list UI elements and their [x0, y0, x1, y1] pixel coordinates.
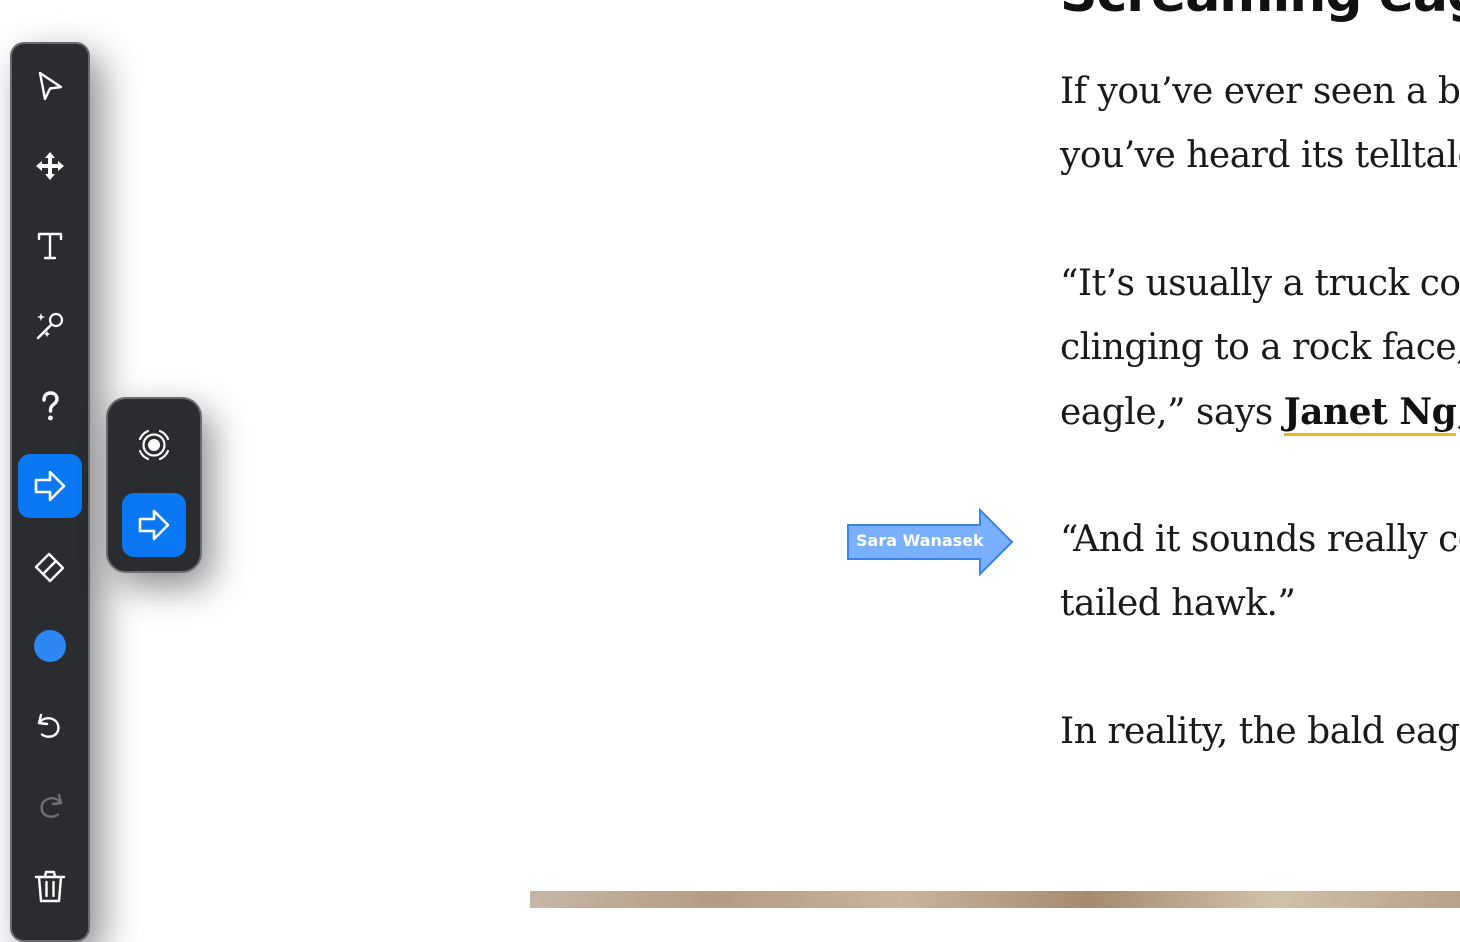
- paragraph-line: “And it sounds really co: [1060, 519, 1460, 560]
- color-picker-button[interactable]: [18, 614, 82, 678]
- paragraph-text: , a: [1456, 392, 1460, 433]
- spotlight-tool-button[interactable]: [122, 413, 186, 477]
- eraser-tool-button[interactable]: [18, 534, 82, 598]
- magic-wand-icon: [36, 312, 64, 340]
- article-paragraph: “And it sounds really co tailed hawk.”: [1060, 508, 1460, 636]
- annotation-arrow[interactable]: Sara Wanasek: [846, 508, 1016, 576]
- paragraph-text: eagle,” says: [1060, 392, 1284, 433]
- text-tool-button[interactable]: [18, 214, 82, 278]
- arrow-icon: [34, 470, 66, 502]
- paragraph-line: clinging to a rock face, a: [1060, 327, 1460, 368]
- arrow-tool-button[interactable]: [18, 454, 82, 518]
- paragraph-line: “It’s usually a truck com: [1060, 263, 1460, 304]
- undo-icon: [37, 713, 60, 738]
- move-tool-button[interactable]: [18, 134, 82, 198]
- color-dot-icon: [34, 630, 66, 662]
- undo-button[interactable]: [18, 694, 82, 758]
- paragraph-line: In reality, the bald eagle: [1060, 711, 1460, 752]
- trash-icon: [34, 870, 66, 903]
- redo-icon: [40, 793, 63, 818]
- text-icon: [37, 232, 63, 260]
- arrow-style-subpanel: [106, 397, 202, 573]
- eraser-icon: [34, 552, 65, 583]
- paragraph-line: tailed hawk.”: [1060, 583, 1296, 624]
- janet-ng-link[interactable]: Janet Ng: [1283, 391, 1457, 436]
- paragraph-line: eagle,” says Janet Ng, a: [1060, 380, 1460, 444]
- spotlight-icon: [138, 429, 170, 461]
- move-icon: [36, 152, 64, 180]
- delete-button[interactable]: [18, 854, 82, 918]
- arrow-icon: [138, 509, 170, 541]
- paragraph-line: you’ve heard its telltale: [1060, 135, 1460, 176]
- select-tool-button[interactable]: [18, 54, 82, 118]
- annotation-author-label: Sara Wanasek: [856, 531, 984, 550]
- magic-tool-button[interactable]: [18, 294, 82, 358]
- article-heading: Screaming eagl: [1060, 0, 1460, 24]
- annotation-toolbar: [10, 42, 90, 942]
- help-button[interactable]: [18, 374, 82, 438]
- cursor-icon: [38, 71, 63, 101]
- article-paragraph: In reality, the bald eagle: [1060, 700, 1460, 764]
- arrow-style-button[interactable]: [122, 493, 186, 557]
- article-paragraph: “It’s usually a truck com clinging to a …: [1060, 252, 1460, 444]
- article-image: [530, 891, 1460, 908]
- question-icon: [42, 391, 59, 421]
- redo-button[interactable]: [18, 774, 82, 838]
- paragraph-line: If you’ve ever seen a bal: [1060, 71, 1460, 112]
- article-paragraph: If you’ve ever seen a bal you’ve heard i…: [1060, 60, 1460, 188]
